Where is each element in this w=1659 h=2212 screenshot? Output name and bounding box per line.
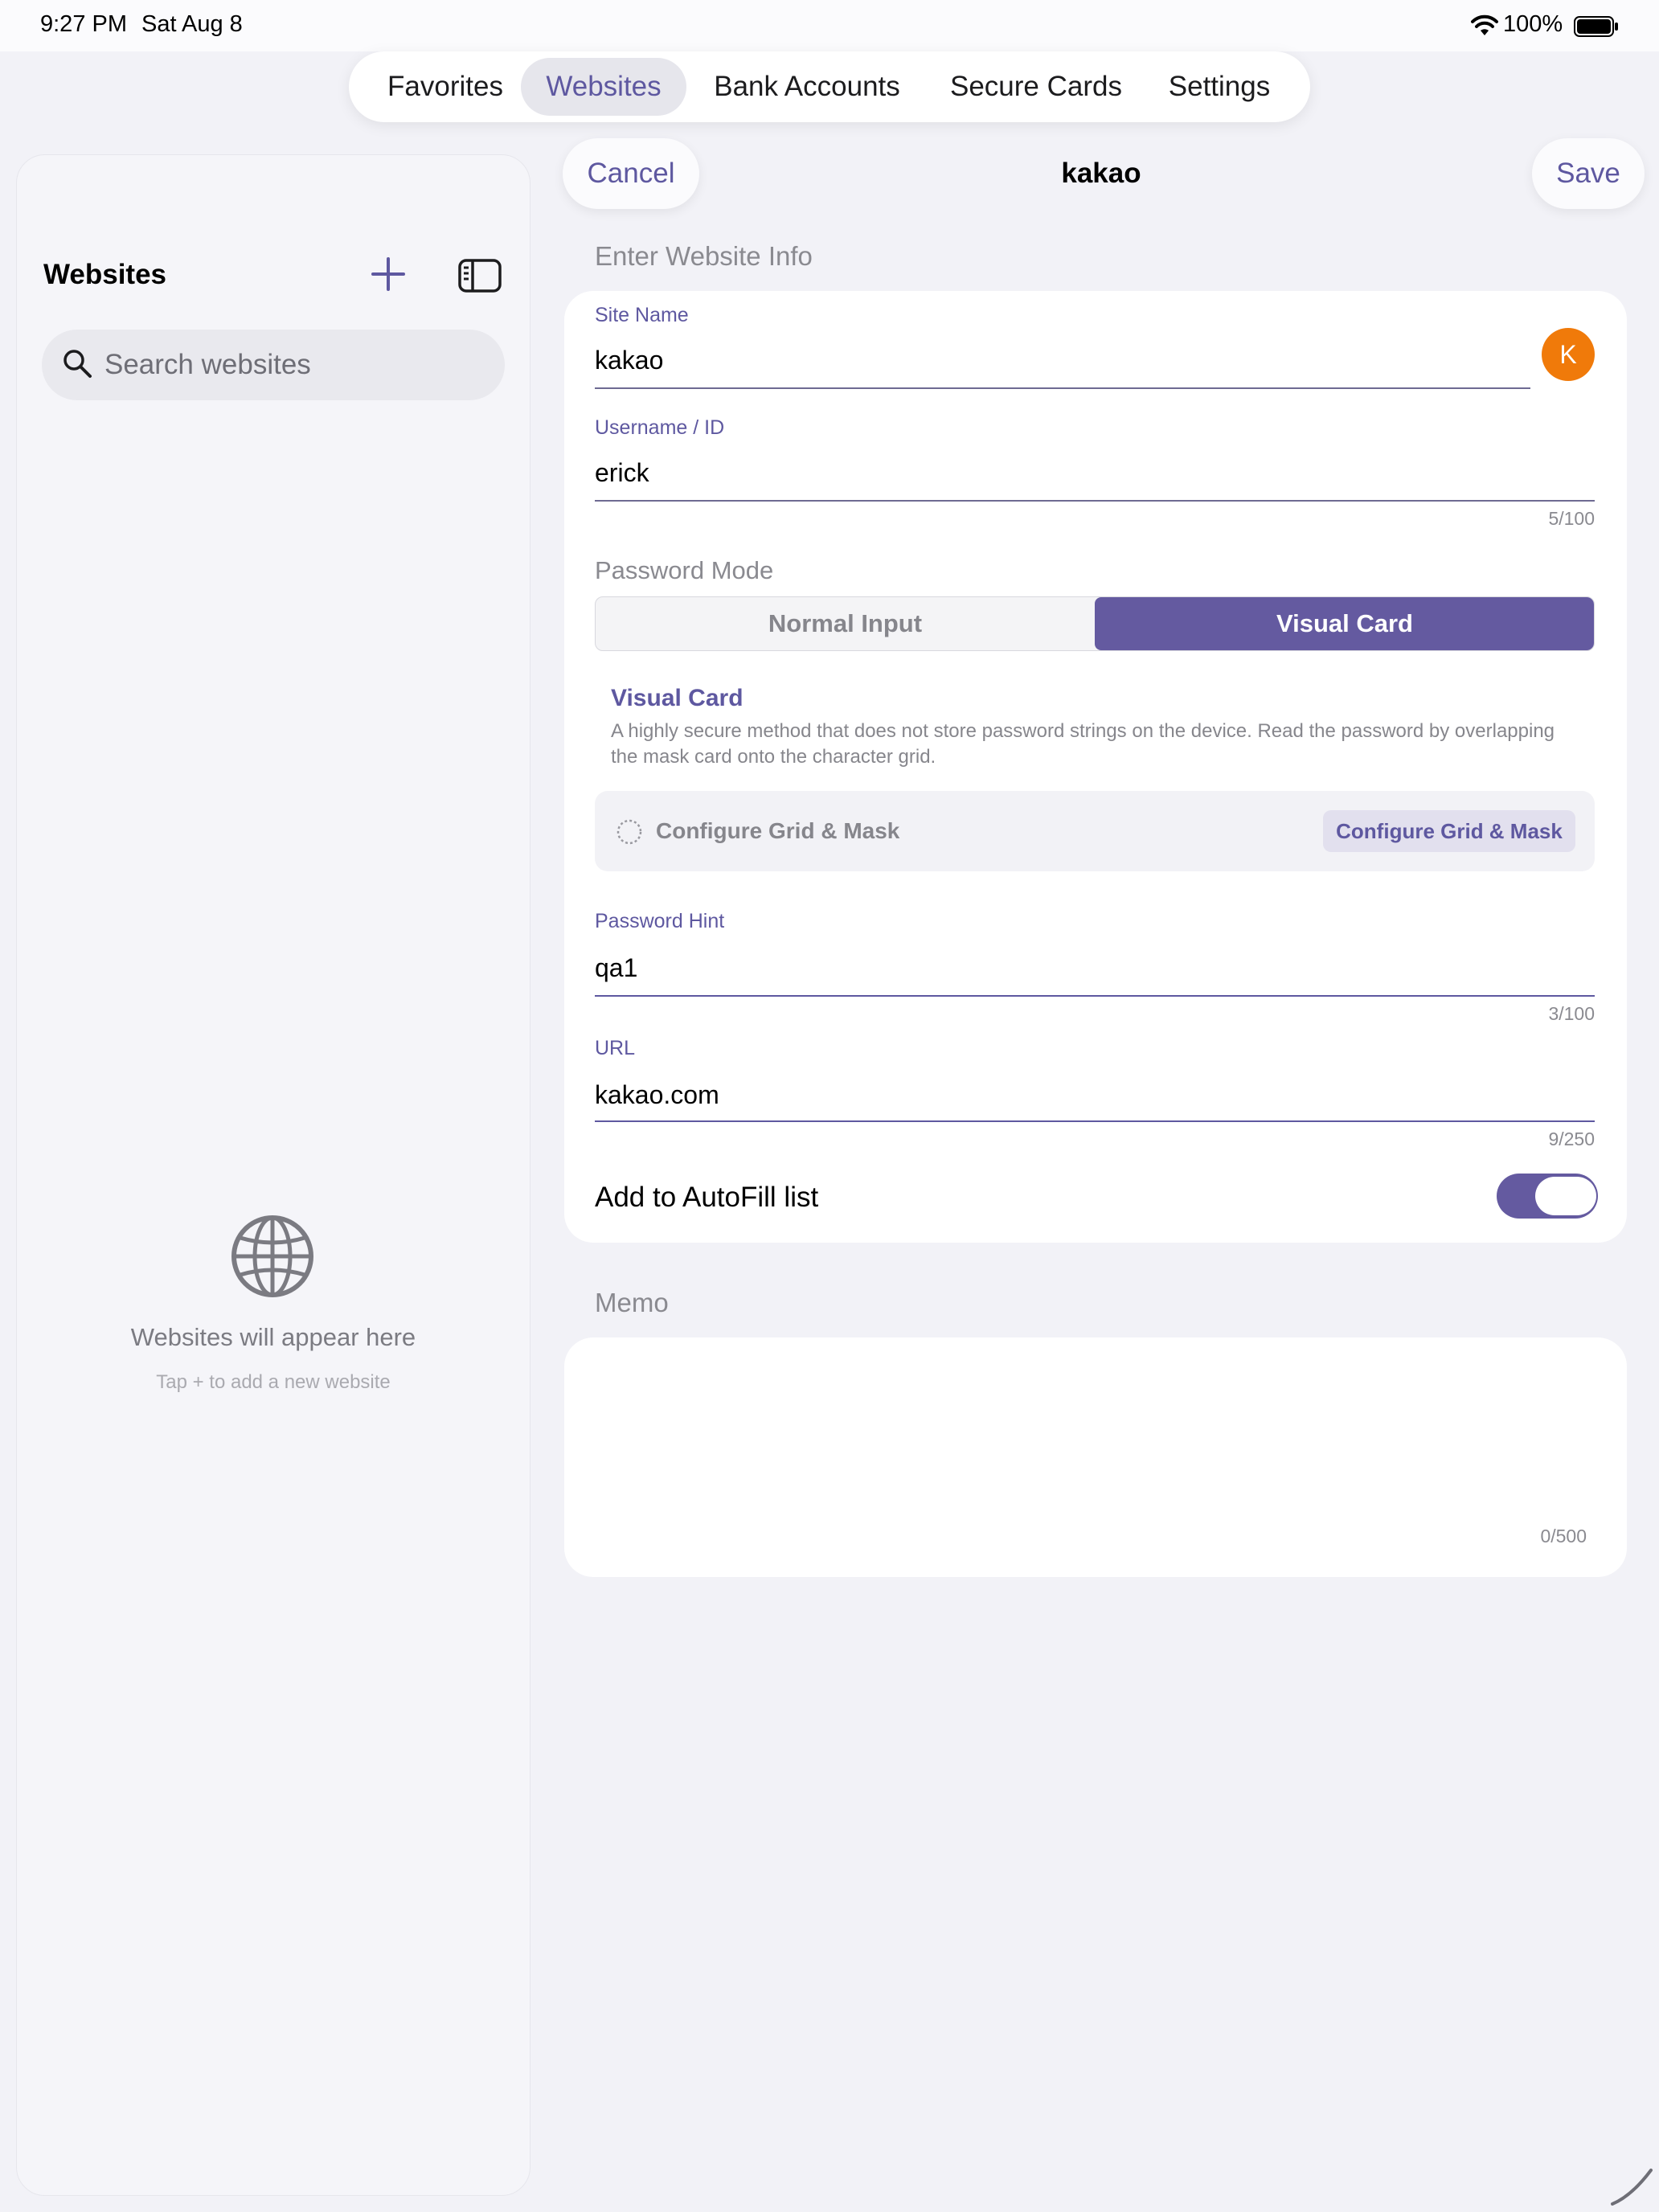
cancel-button[interactable]: Cancel — [563, 138, 699, 209]
globe-icon — [231, 1215, 313, 1297]
status-time: 9:27 PM — [40, 11, 127, 37]
plus-icon[interactable] — [370, 256, 407, 293]
site-name-field[interactable]: kakao — [595, 346, 663, 375]
url-field[interactable]: kakao.com — [595, 1080, 719, 1110]
configure-grid-mask-button[interactable]: Configure Grid & Mask — [1323, 810, 1575, 852]
tab-secure-cards[interactable]: Secure Cards — [928, 58, 1145, 116]
sidebar-title: Websites — [43, 259, 167, 290]
pencil-stroke-icon — [1611, 2169, 1653, 2206]
search-icon — [63, 350, 92, 378]
site-name-label: Site Name — [595, 304, 689, 326]
sidebar — [16, 154, 530, 2196]
empty-state-title: Websites will appear here — [130, 1323, 416, 1351]
sidebar-toggle-icon[interactable] — [458, 259, 502, 293]
page-title: kakao — [1061, 158, 1141, 189]
memo-counter: 0/500 — [1540, 1526, 1587, 1546]
segment-visual-card[interactable]: Visual Card — [1095, 597, 1594, 650]
section-header-memo: Memo — [595, 1288, 669, 1317]
memo-textarea[interactable] — [564, 1337, 1627, 1577]
tab-settings[interactable]: Settings — [1145, 58, 1294, 116]
top-tab-bar: Favorites Websites Bank Accounts Secure … — [349, 51, 1310, 122]
password-mode-segmented-control: Normal Input Visual Card — [595, 596, 1595, 651]
visual-card-description: A highly secure method that does not sto… — [611, 720, 1555, 768]
password-hint-label: Password Hint — [595, 910, 725, 932]
configure-grid-status-label: Configure Grid & Mask — [656, 818, 900, 843]
autofill-toggle[interactable] — [1497, 1174, 1598, 1219]
tab-bank-accounts[interactable]: Bank Accounts — [693, 58, 921, 116]
site-name-underline — [595, 387, 1530, 389]
battery-full-icon — [1574, 16, 1618, 37]
url-underline — [595, 1120, 1595, 1122]
battery-percentage: 100% — [1503, 11, 1563, 37]
toggle-knob — [1535, 1177, 1596, 1215]
visual-card-title: Visual Card — [611, 685, 743, 711]
segment-normal-input[interactable]: Normal Input — [596, 597, 1095, 650]
username-counter: 5/100 — [1548, 508, 1595, 529]
password-mode-label: Password Mode — [595, 556, 774, 584]
search-placeholder: Search websites — [104, 349, 311, 380]
section-header-website-info: Enter Website Info — [595, 241, 813, 271]
wifi-icon — [1471, 14, 1498, 35]
status-date: Sat Aug 8 — [141, 11, 243, 37]
site-avatar[interactable]: K — [1542, 328, 1595, 381]
username-field[interactable]: erick — [595, 458, 649, 488]
pending-circle-icon — [616, 819, 642, 845]
url-counter: 9/250 — [1548, 1129, 1595, 1149]
tab-websites[interactable]: Websites — [521, 58, 686, 116]
password-hint-field[interactable]: qa1 — [595, 953, 637, 983]
tab-favorites[interactable]: Favorites — [370, 58, 521, 116]
username-underline — [595, 500, 1595, 502]
username-label: Username / ID — [595, 416, 725, 439]
autofill-label: Add to AutoFill list — [595, 1182, 819, 1213]
password-hint-underline — [595, 995, 1595, 997]
password-hint-counter: 3/100 — [1548, 1003, 1595, 1024]
status-bar — [0, 0, 1659, 51]
url-label: URL — [595, 1037, 636, 1059]
save-button[interactable]: Save — [1532, 138, 1645, 209]
empty-state-subtitle: Tap + to add a new website — [156, 1371, 391, 1393]
